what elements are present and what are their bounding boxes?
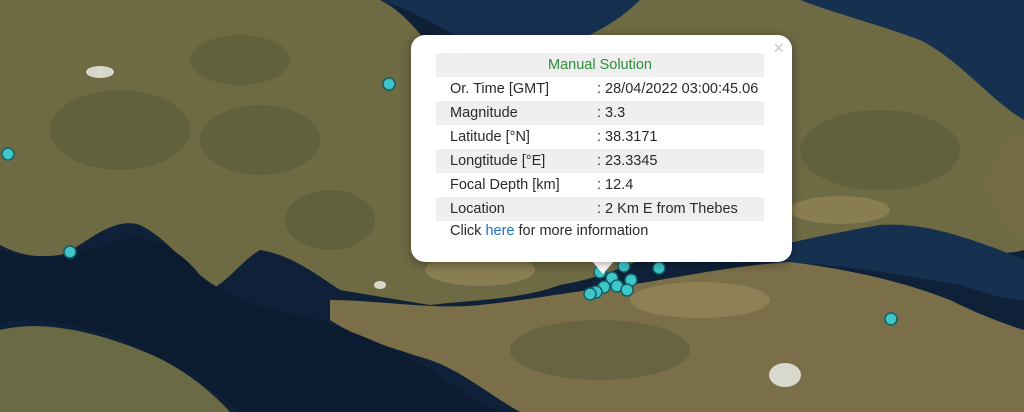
info-value: : 2 Km E from Thebes — [597, 201, 738, 217]
info-value: : 28/04/2022 03:00:45.06 — [597, 81, 759, 97]
info-table: Or. Time [GMT] : 28/04/2022 03:00:45.06 … — [436, 77, 764, 221]
info-label: Location — [450, 201, 505, 217]
info-value: : 38.3171 — [597, 129, 658, 145]
earthquake-info-popup: × Manual Solution Or. Time [GMT] : 28/04… — [411, 35, 792, 262]
more-info-suffix: for more information — [514, 223, 649, 239]
popup-pointer — [591, 260, 615, 274]
more-info-text: Click here for more information — [450, 223, 648, 239]
info-value: : 3.3 — [597, 105, 626, 121]
close-icon[interactable]: × — [773, 37, 784, 59]
info-label: Focal Depth [km] — [450, 177, 560, 193]
info-row-origin-time: Or. Time [GMT] : 28/04/2022 03:00:45.06 — [436, 77, 764, 101]
more-info-link[interactable]: here — [485, 223, 514, 239]
earthquake-marker[interactable] — [652, 261, 666, 275]
info-label: Longtitude [°E] — [450, 153, 546, 169]
info-label: Latitude [°N] — [450, 129, 530, 145]
info-value: : 12.4 — [597, 177, 634, 193]
info-row-latitude: Latitude [°N] : 38.3171 — [436, 125, 764, 149]
popup-title: Manual Solution — [436, 53, 764, 77]
earthquake-marker[interactable] — [583, 287, 597, 301]
info-row-longitude: Longtitude [°E] : 23.3345 — [436, 149, 764, 173]
info-row-focal-depth: Focal Depth [km] : 12.4 — [436, 173, 764, 197]
info-row-location: Location : 2 Km E from Thebes — [436, 197, 764, 221]
earthquake-marker[interactable] — [620, 283, 634, 297]
earthquake-marker[interactable] — [1, 147, 15, 161]
more-info-prefix: Click — [450, 223, 486, 239]
earthquake-marker[interactable] — [382, 77, 396, 91]
info-value: : 23.3345 — [597, 153, 658, 169]
earthquake-marker[interactable] — [884, 312, 898, 326]
earthquake-marker[interactable] — [63, 245, 77, 259]
info-row-magnitude: Magnitude : 3.3 — [436, 101, 764, 125]
info-label: Magnitude — [450, 105, 518, 121]
info-label: Or. Time [GMT] — [450, 81, 550, 97]
